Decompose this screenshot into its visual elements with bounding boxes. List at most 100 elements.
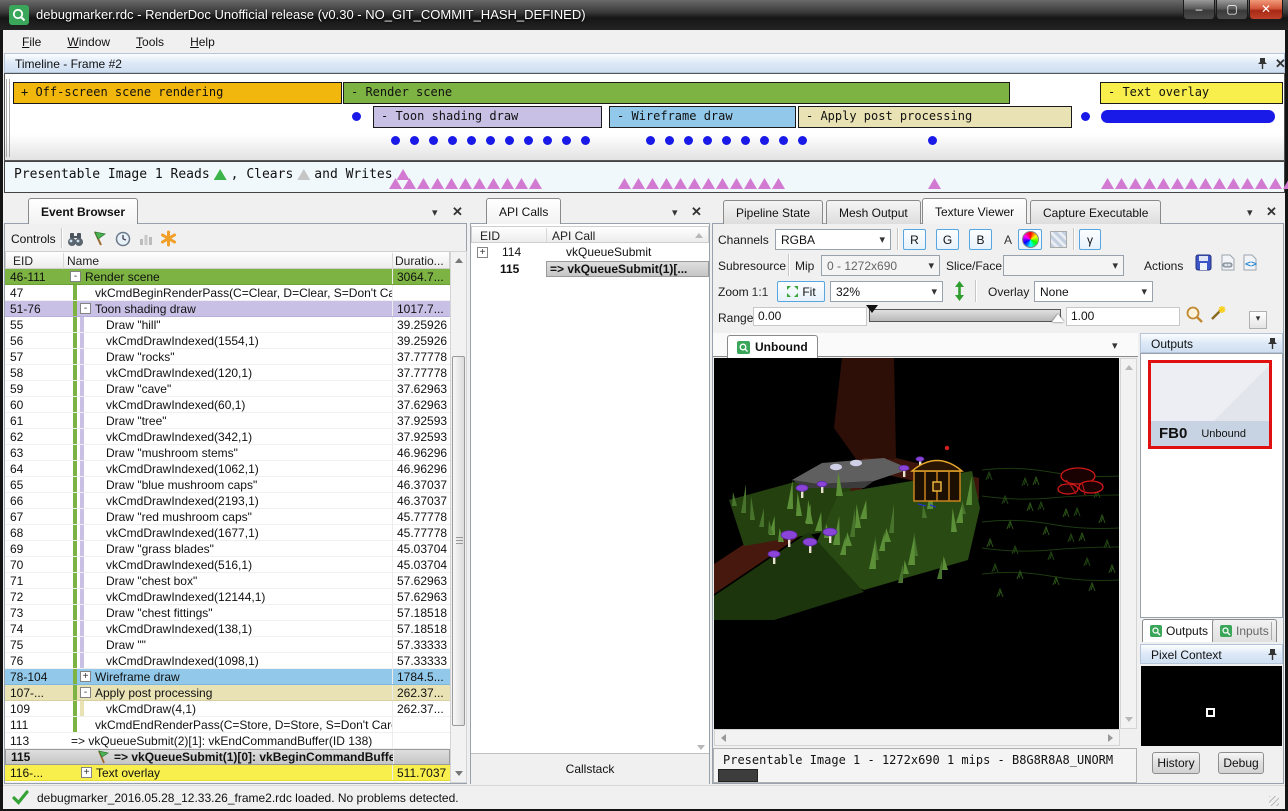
event-dot[interactable] bbox=[429, 136, 438, 145]
texture-viewer-close-icon[interactable]: ✕ bbox=[1266, 204, 1277, 220]
api-call-row-selected[interactable]: 115 => vkQueueSubmit(1)[... bbox=[471, 260, 709, 277]
event-row[interactable]: 78-104+Wireframe draw1784.5... bbox=[5, 669, 450, 685]
expand-plus-icon[interactable]: + bbox=[81, 767, 92, 778]
event-row[interactable]: 58vkCmdDrawIndexed(120,1)37.77778 bbox=[5, 365, 450, 381]
timeline-bar-toon[interactable]: - Toon shading draw bbox=[373, 106, 602, 128]
write-usage-triangle[interactable] bbox=[501, 178, 514, 189]
write-usage-triangle[interactable] bbox=[445, 178, 458, 189]
write-usage-triangle[interactable] bbox=[702, 178, 715, 189]
range-black-point-handle[interactable] bbox=[866, 305, 878, 313]
timeline-bar-render-scene[interactable]: - Render scene bbox=[343, 82, 1010, 104]
overlay-select[interactable]: None▾ bbox=[1034, 281, 1153, 302]
write-usage-triangle[interactable] bbox=[1283, 178, 1288, 189]
tab-event-browser[interactable]: Event Browser bbox=[28, 198, 138, 224]
tab-inputs[interactable]: Inputs bbox=[1212, 619, 1277, 642]
callstack-section[interactable]: Callstack bbox=[471, 753, 709, 784]
open-link-icon[interactable] bbox=[1219, 254, 1236, 274]
event-browser-scrollbar[interactable] bbox=[450, 251, 467, 783]
zoom-select[interactable]: 32%▾ bbox=[830, 281, 943, 302]
timeline-header[interactable]: Timeline - Frame #2 ✕ bbox=[4, 53, 1285, 73]
minimize-button[interactable]: – bbox=[1183, 0, 1215, 20]
timeline-dots-toon[interactable] bbox=[391, 136, 600, 145]
write-usage-triangle[interactable] bbox=[928, 178, 941, 189]
event-row[interactable]: 71Draw "chest box"57.62963 bbox=[5, 573, 450, 589]
tab-capture-executable[interactable]: Capture Executable bbox=[1030, 200, 1161, 224]
event-row[interactable]: 75Draw ""57.33333 bbox=[5, 637, 450, 653]
event-row[interactable]: 66vkCmdDrawIndexed(2193,1)46.37037 bbox=[5, 493, 450, 509]
pin-icon[interactable] bbox=[1266, 337, 1278, 353]
write-usage-triangle[interactable] bbox=[744, 178, 757, 189]
write-usage-triangle[interactable] bbox=[758, 178, 771, 189]
expand-minus-icon[interactable]: - bbox=[80, 687, 91, 698]
write-usage-triangle[interactable] bbox=[646, 178, 659, 189]
pin-icon[interactable] bbox=[1266, 648, 1278, 664]
event-dot[interactable] bbox=[779, 136, 788, 145]
write-usage-triangle[interactable] bbox=[674, 178, 687, 189]
write-usage-triangle[interactable] bbox=[1199, 178, 1212, 189]
chevron-down-icon[interactable]: ▾ bbox=[1112, 339, 1118, 352]
pixel-context-view[interactable] bbox=[1141, 666, 1282, 746]
write-usage-triangle[interactable] bbox=[730, 178, 743, 189]
write-usage-triangle[interactable] bbox=[1269, 178, 1282, 189]
range-white-point-handle[interactable] bbox=[1052, 314, 1064, 322]
event-dot[interactable] bbox=[467, 136, 476, 145]
event-row[interactable]: 62vkCmdDrawIndexed(342,1)37.92593 bbox=[5, 429, 450, 445]
usage-triangles-toon[interactable] bbox=[389, 178, 542, 189]
gamma-button[interactable]: γ bbox=[1079, 229, 1101, 250]
expand-minus-icon[interactable]: - bbox=[70, 271, 81, 282]
write-usage-triangle[interactable] bbox=[1101, 178, 1114, 189]
texture-vertical-scrollbar[interactable] bbox=[1120, 358, 1137, 729]
channel-red-button[interactable]: R bbox=[903, 229, 926, 250]
event-row[interactable]: 55Draw "hill"39.25926 bbox=[5, 317, 450, 333]
zoom-fit-button[interactable]: Fit bbox=[777, 281, 825, 302]
event-dot[interactable] bbox=[448, 136, 457, 145]
event-dot[interactable] bbox=[562, 136, 571, 145]
event-dot[interactable] bbox=[410, 136, 419, 145]
event-row[interactable]: 63Draw "mushroom stems"46.96296 bbox=[5, 445, 450, 461]
event-browser-close-icon[interactable]: ✕ bbox=[452, 204, 463, 220]
tab-api-calls[interactable]: API Calls bbox=[486, 198, 561, 224]
write-usage-triangle[interactable] bbox=[618, 178, 631, 189]
event-dot[interactable] bbox=[760, 136, 769, 145]
event-row[interactable]: 64vkCmdDrawIndexed(1062,1)46.96296 bbox=[5, 461, 450, 477]
event-browser-column-header[interactable]: EID Name Duratio... bbox=[5, 251, 450, 269]
channel-alpha-button[interactable]: A bbox=[999, 229, 1017, 250]
event-dot[interactable] bbox=[581, 136, 590, 145]
api-calls-close-icon[interactable]: ✕ bbox=[691, 204, 702, 220]
write-usage-triangle[interactable] bbox=[772, 178, 785, 189]
timeline-event-dot[interactable] bbox=[1081, 112, 1090, 121]
chevron-down-icon[interactable]: ▾ bbox=[1247, 206, 1253, 219]
event-row[interactable]: 59Draw "cave"37.62963 bbox=[5, 381, 450, 397]
output-fb0-thumbnail[interactable]: FB0 Unbound bbox=[1148, 360, 1272, 449]
api-call-row[interactable]: + 114 vkQueueSubmit bbox=[471, 244, 709, 260]
save-texture-icon[interactable] bbox=[1195, 254, 1212, 274]
event-row[interactable]: 70vkCmdDrawIndexed(516,1)45.03704 bbox=[5, 557, 450, 573]
write-usage-triangle[interactable] bbox=[417, 178, 430, 189]
column-api-call[interactable]: API Call bbox=[552, 229, 595, 243]
maximize-button[interactable]: ▢ bbox=[1216, 0, 1248, 20]
write-usage-triangle[interactable] bbox=[1213, 178, 1226, 189]
write-usage-triangle[interactable] bbox=[473, 178, 486, 189]
timeline-bar-text-overlay[interactable]: - Text overlay bbox=[1100, 82, 1283, 104]
event-row[interactable]: 68vkCmdDrawIndexed(1677,1)45.77778 bbox=[5, 525, 450, 541]
write-usage-triangle[interactable] bbox=[1115, 178, 1128, 189]
event-row[interactable]: 61Draw "tree"37.92593 bbox=[5, 413, 450, 429]
column-name[interactable]: Name bbox=[67, 254, 99, 268]
column-eid[interactable]: EID bbox=[480, 229, 500, 243]
event-row[interactable]: 111vkCmdEndRenderPass(C=Store, D=Store, … bbox=[5, 717, 450, 733]
event-dot[interactable] bbox=[928, 136, 937, 145]
bookmark-star-icon[interactable] bbox=[160, 230, 177, 250]
resize-grip[interactable] bbox=[1269, 796, 1279, 806]
expand-minus-icon[interactable]: - bbox=[80, 303, 91, 314]
event-row[interactable]: 60vkCmdDrawIndexed(60,1)37.62963 bbox=[5, 397, 450, 413]
event-dot[interactable] bbox=[741, 136, 750, 145]
write-usage-triangle[interactable] bbox=[1255, 178, 1268, 189]
timeline-bar-wireframe[interactable]: - Wireframe draw bbox=[609, 106, 796, 128]
write-usage-triangle[interactable] bbox=[1129, 178, 1142, 189]
channel-green-button[interactable]: G bbox=[936, 229, 959, 250]
write-usage-triangle[interactable] bbox=[716, 178, 729, 189]
scroll-down-icon[interactable] bbox=[697, 745, 705, 750]
event-dot[interactable] bbox=[524, 136, 533, 145]
find-event-icon[interactable] bbox=[67, 232, 84, 250]
usage-triangles-post[interactable] bbox=[928, 178, 941, 189]
